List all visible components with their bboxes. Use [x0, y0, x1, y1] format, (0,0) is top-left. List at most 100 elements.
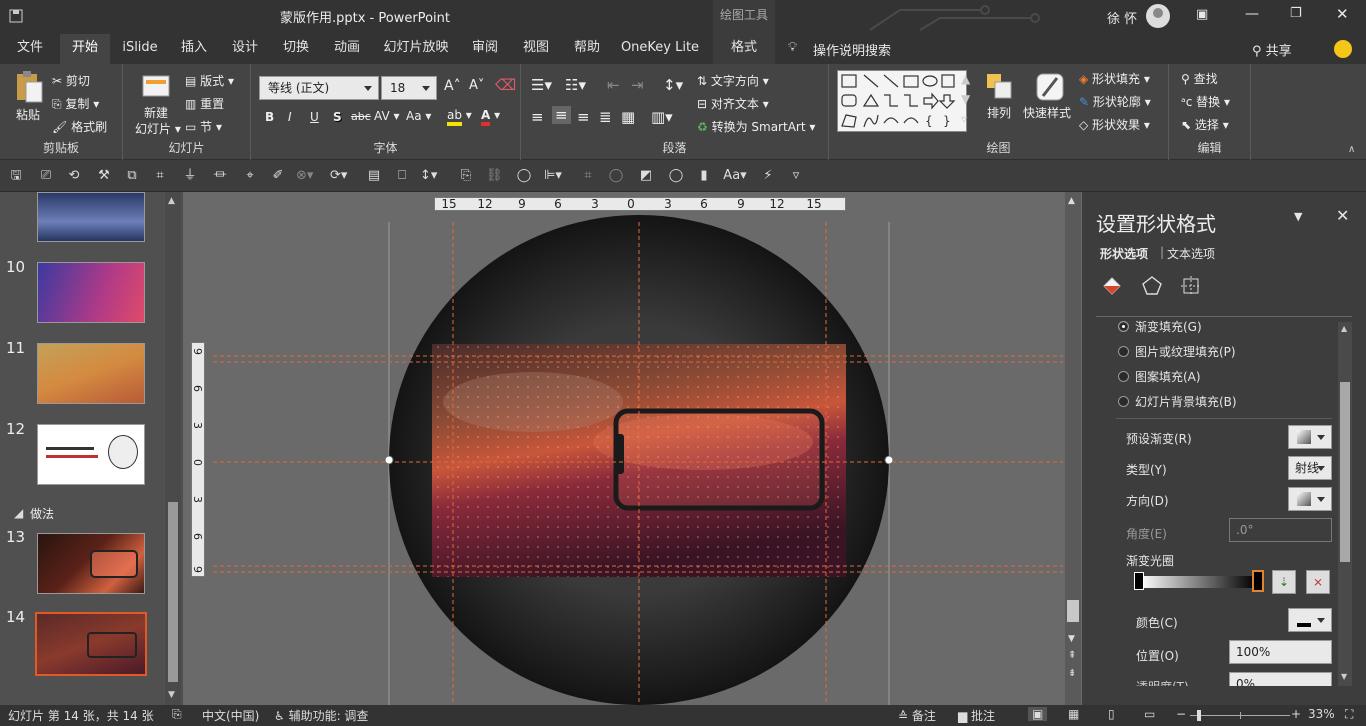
canvas-scroll-thumb[interactable] — [1067, 600, 1079, 622]
textbox-icon[interactable]: ▤ — [366, 168, 382, 184]
smiley-icon[interactable] — [1334, 40, 1352, 58]
resize-handle-right[interactable] — [884, 455, 894, 465]
pane-scrollbar[interactable]: ▲ ▼ — [1338, 322, 1352, 686]
circle-tool-icon[interactable]: ◯ — [668, 168, 684, 184]
comments-button[interactable]: ▆ 批注 — [958, 707, 995, 724]
prev-slide-icon[interactable]: ⇞ — [1068, 650, 1076, 661]
zoom-level[interactable]: 33% — [1308, 707, 1335, 721]
gradient-stop-0[interactable] — [1134, 572, 1144, 590]
scroll-up-icon[interactable]: ▲ — [1341, 324, 1347, 333]
distribute-icon[interactable]: ⏚ — [182, 168, 198, 184]
spellcheck-icon[interactable]: ⎘ — [172, 707, 182, 722]
replace-button[interactable]: ᵃc 替换 ▾ — [1181, 93, 1230, 110]
shape-merge-icon[interactable]: ⊗▾ — [296, 168, 313, 184]
gradient-stop-bar[interactable] — [1140, 576, 1256, 588]
select-button[interactable]: ⬉ 选择 ▾ — [1181, 116, 1229, 133]
scroll-up-icon[interactable]: ▲ — [168, 196, 175, 206]
italic-button[interactable]: I — [288, 110, 292, 124]
zoom-in-icon[interactable]: + — [1291, 707, 1301, 721]
normal-view-icon[interactable]: ▣ — [1028, 707, 1048, 721]
cut-button[interactable]: ✂ 剪切 — [52, 72, 90, 89]
minimize-icon[interactable]: — — [1245, 6, 1259, 22]
effects-pentagon-icon[interactable] — [1140, 274, 1164, 298]
paste-icon[interactable] — [14, 70, 44, 104]
thumbs-scroll-thumb[interactable] — [168, 502, 178, 682]
scroll-down-icon[interactable]: ▼ — [1068, 634, 1075, 644]
screenshot-icon[interactable]: ⎚ — [38, 168, 54, 184]
tab-review[interactable]: 审阅 — [463, 32, 507, 64]
direction-select[interactable] — [1288, 487, 1332, 511]
font-size-select[interactable]: 18 — [381, 76, 437, 100]
type-select[interactable]: 射线 — [1288, 456, 1332, 480]
tell-me-search[interactable]: 操作说明搜索 — [813, 40, 891, 59]
shadow-box-icon[interactable]: ◩ — [638, 168, 654, 184]
tab-design[interactable]: 设计 — [223, 32, 267, 64]
layer-icon[interactable]: ⧉ — [124, 168, 140, 184]
font-color-icon[interactable]: A ▾ — [481, 108, 500, 126]
font-name-select[interactable]: 等线 (正文) — [259, 76, 379, 100]
share-button[interactable]: ⚲ 共享 — [1252, 40, 1292, 59]
tab-animations[interactable]: 动画 — [325, 32, 369, 64]
position-input[interactable]: 100% — [1229, 640, 1332, 664]
tab-islide[interactable]: iSlide — [116, 32, 164, 64]
tab-home[interactable]: 开始 — [60, 34, 110, 64]
char-spacing-button[interactable]: AV ▾ — [374, 109, 400, 123]
restore-icon[interactable]: ❐ — [1290, 6, 1302, 21]
wand-icon[interactable]: ⚒ — [96, 168, 112, 184]
section-button[interactable]: ▭ 节 ▾ — [185, 118, 222, 135]
gradient-stop-1-selected[interactable] — [1252, 570, 1264, 592]
tab-slideshow[interactable]: 幻灯片放映 — [380, 32, 452, 64]
slide-thumb-11[interactable] — [37, 343, 145, 404]
preset-gradient-select[interactable] — [1288, 425, 1332, 449]
smartart-button[interactable]: ♻︎ 转换为 SmartArt ▾ — [697, 118, 815, 135]
quick-styles-button[interactable]: 快速样式 — [1023, 104, 1071, 121]
fill-picture-radio[interactable]: 图片或纹理填充(P) — [1118, 343, 1236, 360]
distribute-h-icon[interactable]: ⏛ — [212, 168, 228, 184]
text-direction-button[interactable]: ⇅ 文字方向 ▾ — [697, 72, 769, 89]
align-right-icon[interactable]: ≡ — [577, 108, 590, 126]
customize-qat-icon[interactable]: ▿ — [788, 168, 804, 184]
shape-effects-button[interactable]: ◇ 形状效果 ▾ — [1079, 116, 1150, 133]
slide-thumb-9[interactable] — [37, 192, 145, 242]
highlight-icon[interactable]: ab ▾ — [447, 108, 472, 126]
bullets-icon[interactable]: ☰▾ — [531, 76, 552, 94]
bold-button[interactable]: B — [265, 110, 274, 124]
avatar[interactable] — [1146, 4, 1170, 28]
layout-button[interactable]: ▤ 版式 ▾ — [185, 72, 234, 89]
grid-icon[interactable]: ⌗ — [580, 168, 596, 184]
paste-button[interactable]: 粘贴 — [16, 106, 40, 123]
save-icon[interactable]: 🖫︎ — [8, 168, 24, 184]
tab-onekey[interactable]: OneKey Lite — [618, 32, 702, 64]
crop-icon[interactable]: ⌗ — [152, 168, 168, 184]
align-menu-icon[interactable]: ⊫▾ — [544, 168, 562, 184]
align-text-button[interactable]: ⊟ 对齐文本 ▾ — [697, 95, 769, 112]
grow-font-button[interactable]: A˄ — [444, 78, 461, 94]
tab-format[interactable]: 格式 — [713, 32, 775, 64]
new-slide-label2[interactable]: 幻灯片 ▾ — [135, 120, 181, 137]
copy-button[interactable]: ⎘ 复制 ▾ — [52, 95, 99, 112]
gallery-scroll-down-icon[interactable]: ▼ — [961, 92, 970, 106]
ribbon-display-icon[interactable]: ▣ — [1196, 7, 1208, 22]
gallery-more-icon[interactable]: ▿ — [961, 112, 967, 126]
reset-button[interactable]: ▥ 重置 — [185, 95, 224, 112]
language-indicator[interactable]: 中文(中国) — [202, 707, 259, 724]
thumbs-scrollbar[interactable]: ▲ ▼ — [165, 192, 181, 705]
columns-icon[interactable]: ▥▾ — [651, 108, 673, 126]
slide-thumb-14-selected[interactable] — [35, 612, 147, 676]
frame-icon[interactable]: ⎕ — [394, 168, 410, 184]
arrange-button[interactable]: 排列 — [987, 104, 1011, 121]
phone-frame-shape[interactable] — [613, 408, 825, 511]
tab-view[interactable]: 视图 — [514, 32, 558, 64]
resize-handle-left[interactable] — [384, 455, 394, 465]
copy-format-icon[interactable]: ⎘ — [458, 168, 474, 184]
find-button[interactable]: ⚲ 查找 — [1181, 70, 1218, 87]
reading-view-icon[interactable]: ▯ — [1108, 707, 1115, 721]
resize-icon[interactable]: ⌖ — [242, 168, 258, 184]
tab-shape-options[interactable]: 形状选项 — [1100, 245, 1148, 262]
add-stop-icon[interactable]: ⇣ — [1272, 570, 1296, 594]
indent-decrease-icon[interactable]: ⇤ — [607, 76, 620, 94]
slide-thumb-10[interactable] — [37, 262, 145, 323]
line-spacing-icon[interactable]: ↕▾ — [663, 76, 683, 94]
gallery-scroll-up-icon[interactable]: ▲ — [961, 72, 970, 86]
transparency-input[interactable]: 0% — [1229, 672, 1332, 686]
